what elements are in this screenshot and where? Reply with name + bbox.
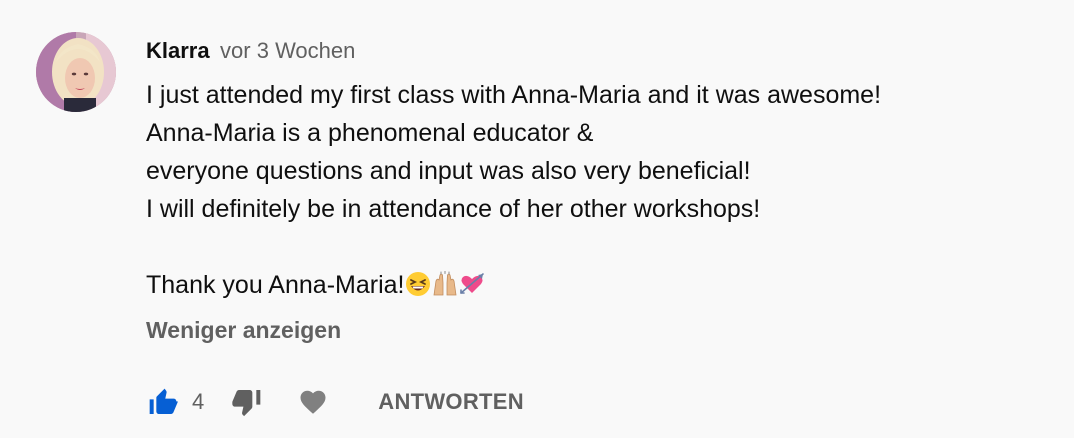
heart-button[interactable] (296, 385, 330, 419)
grinning-squinting-face-emoji (405, 270, 431, 296)
comment-text-line: I will definitely be in attendance of he… (146, 195, 761, 223)
comment-closing-text: Thank you Anna-Maria! (146, 271, 405, 299)
like-count: 4 (192, 389, 205, 414)
comment-thread: Klarra vor 3 Wochen I just attended my f… (0, 0, 1074, 438)
thumbs-up-icon (149, 388, 178, 414)
thumbs-down-icon (232, 390, 261, 417)
comment-content: Klarra vor 3 Wochen I just attended my f… (146, 36, 1054, 348)
comment-text: I just attended my first class with Anna… (146, 76, 1054, 304)
author-name[interactable]: Klarra (146, 38, 210, 63)
heart-icon (300, 390, 326, 414)
comment-blank-line (146, 228, 1054, 266)
dislike-button[interactable] (230, 385, 264, 419)
comment-text-line: I just attended my first class with Anna… (146, 81, 882, 109)
comment-closing-line: Thank you Anna-Maria! (146, 266, 1054, 304)
show-less-button[interactable]: Weniger anzeigen (146, 312, 1054, 348)
avatar[interactable] (36, 32, 116, 112)
comment-text-line: Anna-Maria is a phenomenal educator & (146, 119, 594, 147)
raising-hands-emoji (432, 270, 458, 296)
heart-with-arrow-emoji (459, 270, 485, 296)
comment-header: Klarra vor 3 Wochen (146, 36, 1054, 66)
comment-text-line: everyone questions and input was also ve… (146, 157, 751, 185)
comment-action-bar: 4 ANTWORTEN (146, 382, 524, 422)
reply-button[interactable]: ANTWORTEN (378, 389, 524, 415)
comment-timestamp[interactable]: vor 3 Wochen (220, 38, 355, 63)
like-button[interactable] (146, 385, 180, 419)
